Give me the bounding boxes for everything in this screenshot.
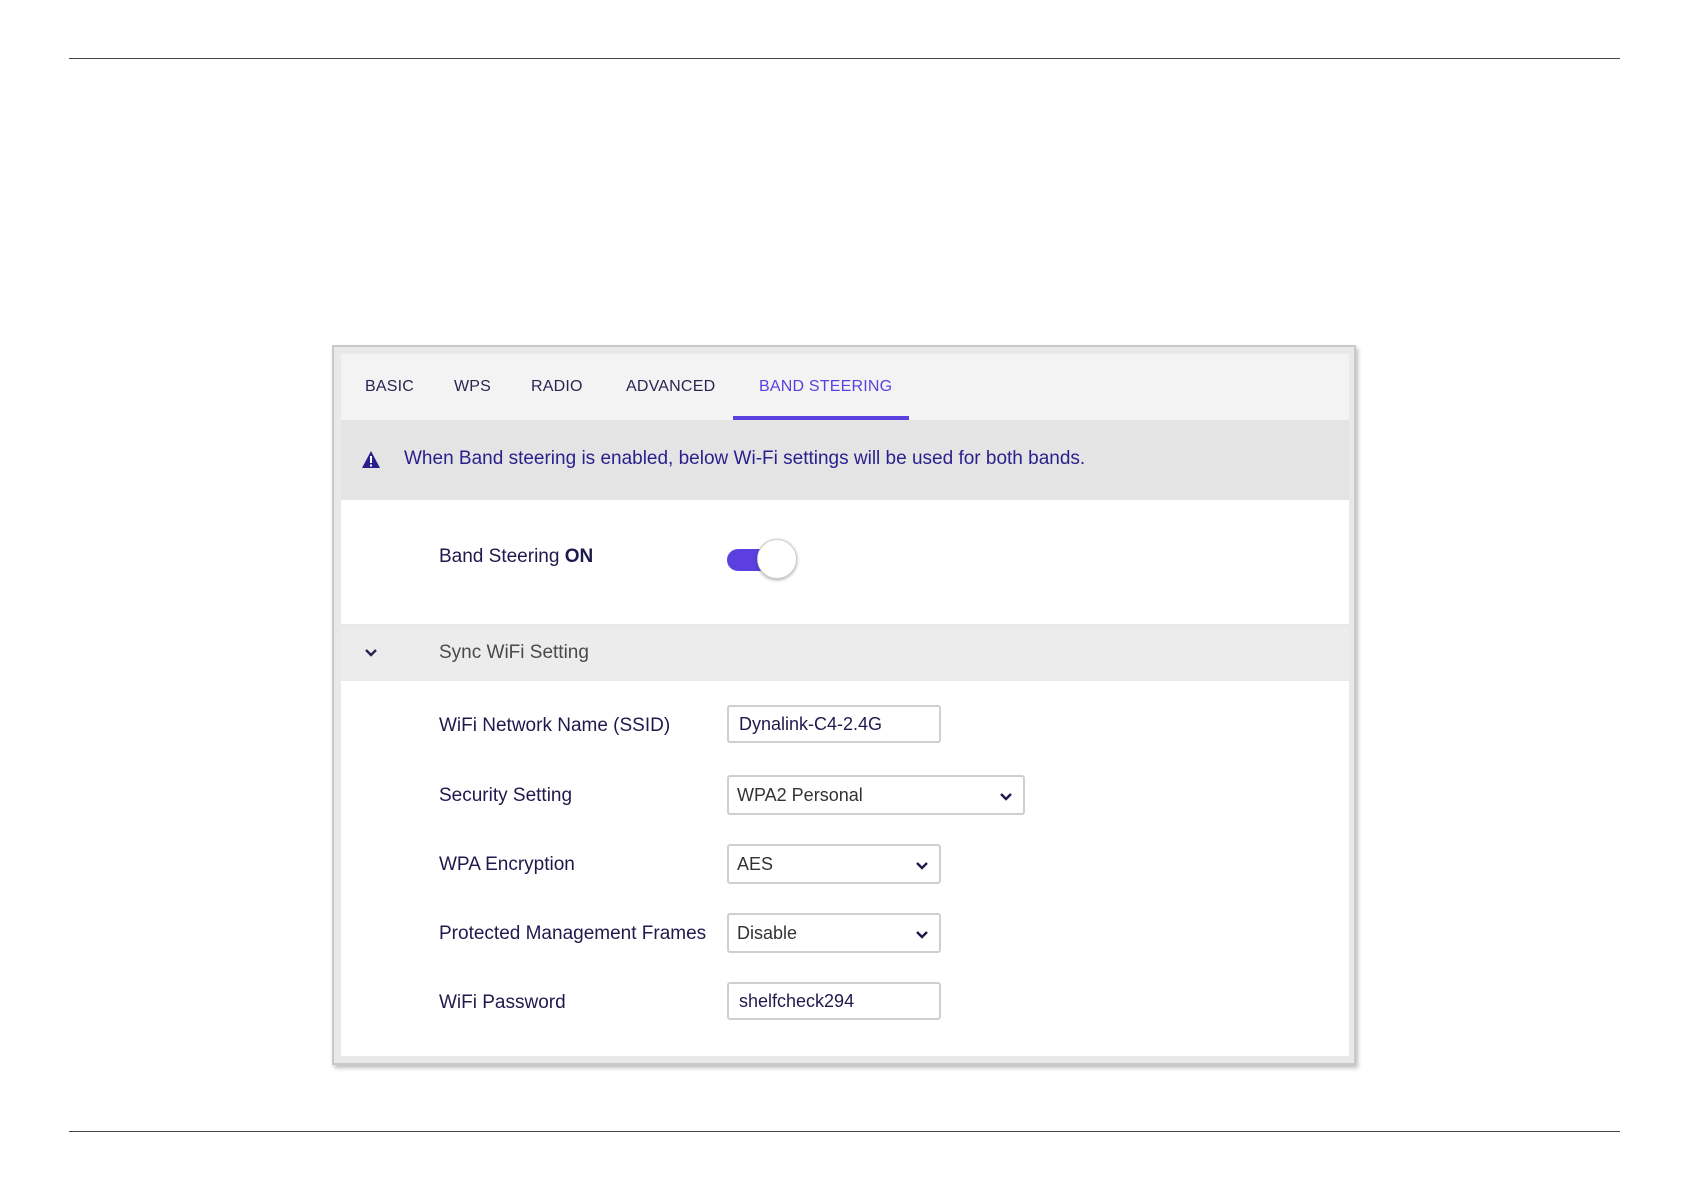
band-steering-text: Band Steering [439, 546, 560, 567]
chevron-down-icon [365, 649, 377, 657]
chevron-down-icon [1000, 793, 1012, 801]
warning-icon [362, 451, 380, 468]
notice-text: When Band steering is enabled, below Wi-… [404, 448, 1086, 469]
wifi-password-label: WiFi Password [439, 992, 566, 1013]
pmf-label: Protected Management Frames [439, 923, 707, 944]
chevron-down-icon [916, 931, 928, 939]
band-steering-notice: When Band steering is enabled, below Wi-… [341, 420, 1349, 500]
bottom-rule [69, 1131, 1620, 1132]
tab-bar: BASIC WPS RADIO ADVANCED BAND STEERING [341, 354, 1349, 420]
sync-wifi-form: WiFi Network Name (SSID) Security Settin… [341, 681, 1349, 1056]
ssid-label: WiFi Network Name (SSID) [439, 715, 671, 736]
pmf-value: Disable [737, 923, 798, 943]
wifi-settings-panel: BASIC WPS RADIO ADVANCED BAND STEERING W… [332, 345, 1356, 1065]
wpa-encryption-select[interactable]: AES [727, 844, 941, 884]
tab-advanced[interactable]: ADVANCED [626, 354, 715, 420]
band-steering-state: ON [564, 546, 594, 567]
band-steering-card: Band Steering ON [341, 500, 1349, 624]
chevron-down-icon [916, 862, 928, 870]
band-steering-label: Band Steering ON [439, 546, 593, 568]
ssid-input[interactable] [727, 705, 941, 743]
security-setting-label: Security Setting [439, 785, 573, 806]
security-setting-value: WPA2 Personal [737, 785, 863, 805]
tab-basic[interactable]: BASIC [365, 354, 414, 420]
tab-wps[interactable]: WPS [454, 354, 491, 420]
tab-band-steering[interactable]: BAND STEERING [759, 354, 892, 420]
toggle-knob [757, 539, 797, 579]
sync-wifi-section-header[interactable]: Sync WiFi Setting [341, 628, 1349, 680]
wifi-password-input[interactable] [727, 982, 941, 1020]
pmf-select[interactable]: Disable [727, 913, 941, 953]
top-rule [69, 58, 1620, 59]
wpa-encryption-label: WPA Encryption [439, 854, 575, 875]
band-steering-toggle[interactable] [727, 538, 797, 580]
tab-radio[interactable]: RADIO [531, 354, 583, 420]
wpa-encryption-value: AES [737, 854, 774, 874]
security-setting-select[interactable]: WPA2 Personal [727, 775, 1025, 815]
section-title: Sync WiFi Setting [439, 642, 589, 663]
